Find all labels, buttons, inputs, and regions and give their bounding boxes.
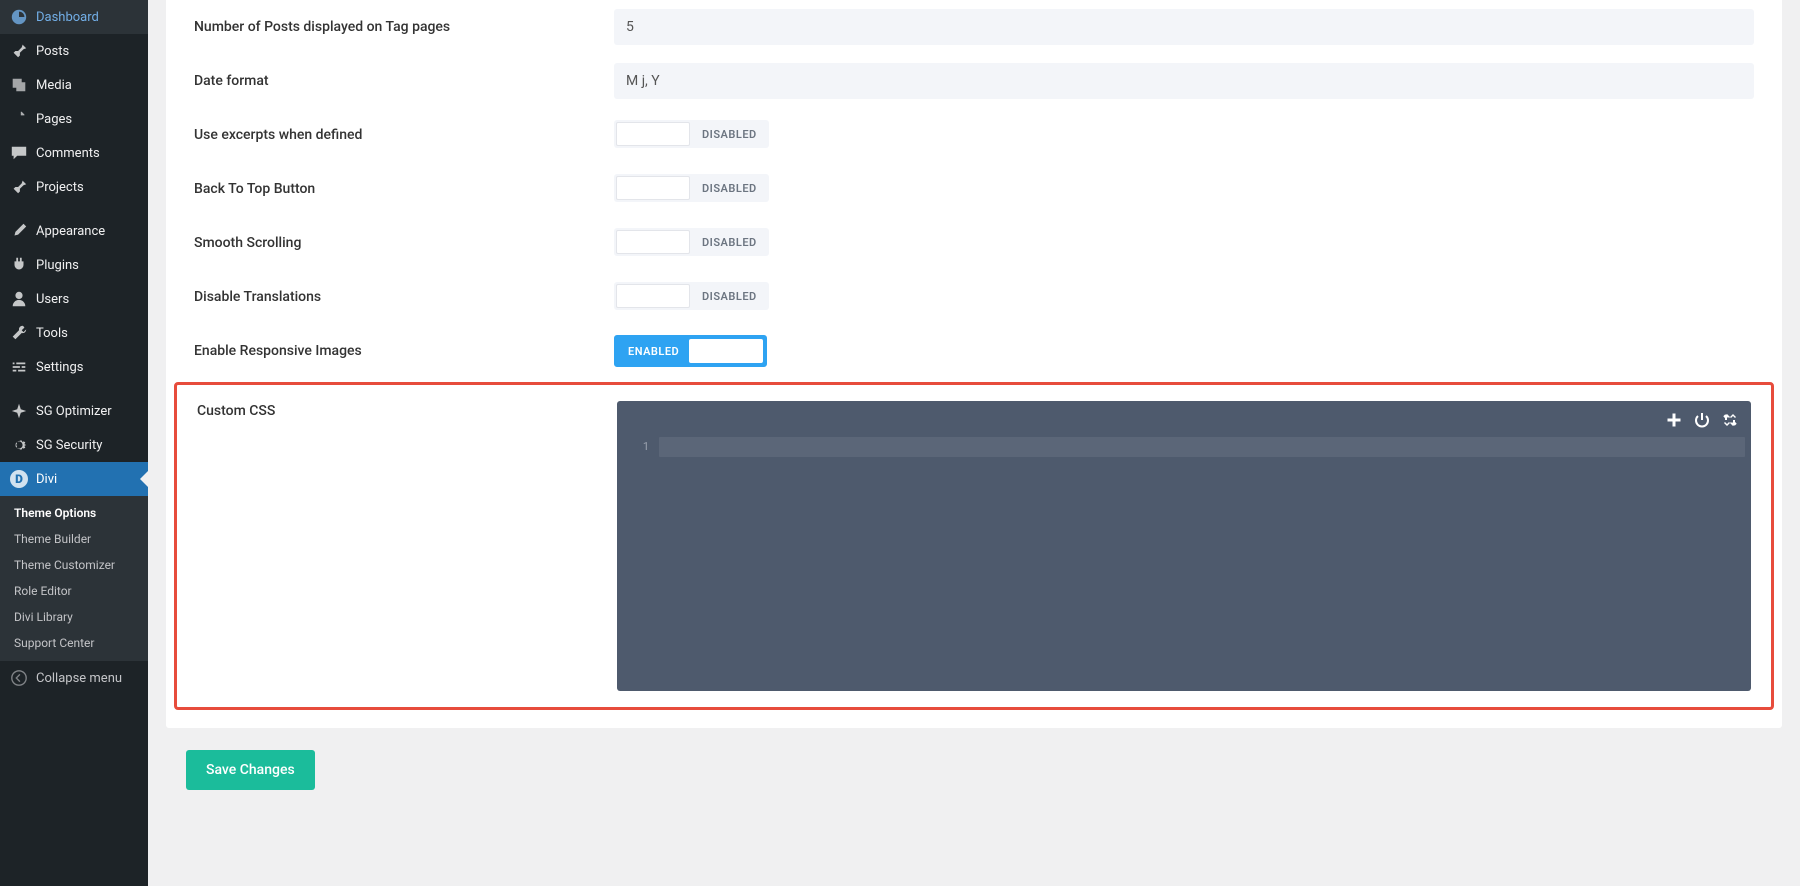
sidebar-item-appearance[interactable]: Appearance — [0, 214, 148, 248]
add-icon[interactable] — [1665, 411, 1683, 429]
input-tag-posts[interactable] — [614, 9, 1754, 45]
row-use-excerpts: Use excerpts when defined DISABLED — [166, 108, 1782, 162]
input-date-format[interactable] — [614, 63, 1754, 99]
code-line: 1 — [617, 437, 1751, 457]
page-icon — [10, 110, 28, 128]
row-smooth-scroll: Smooth Scrolling DISABLED — [166, 216, 1782, 270]
label-date-format: Date format — [194, 73, 614, 89]
sidebar-item-projects[interactable]: Projects — [0, 170, 148, 204]
sidebar-item-label: Media — [36, 78, 72, 93]
row-tag-posts: Number of Posts displayed on Tag pages — [166, 0, 1782, 54]
toggle-disable-translations[interactable]: DISABLED — [614, 282, 769, 310]
sidebar-item-pages[interactable]: Pages — [0, 102, 148, 136]
row-disable-translations: Disable Translations DISABLED — [166, 270, 1782, 324]
editor-body: 1 — [617, 401, 1751, 457]
sidebar-item-label: Posts — [36, 44, 69, 59]
save-changes-button[interactable]: Save Changes — [186, 750, 315, 790]
content-area: Number of Posts displayed on Tag pages D… — [148, 0, 1800, 886]
toggle-responsive-images[interactable]: ENABLED — [614, 335, 767, 367]
toggle-state-label: DISABLED — [692, 236, 767, 249]
gear-icon — [10, 436, 28, 454]
divi-submenu: Theme Options Theme Builder Theme Custom… — [0, 496, 148, 660]
toggle-back-to-top[interactable]: DISABLED — [614, 174, 769, 202]
sidebar-item-label: Tools — [36, 326, 68, 341]
line-number: 1 — [617, 437, 659, 457]
sidebar-item-label: Plugins — [36, 258, 79, 273]
toggle-state-label: DISABLED — [692, 182, 767, 195]
label-back-to-top: Back To Top Button — [194, 181, 614, 197]
toggle-switch — [616, 230, 690, 254]
submenu-support-center[interactable]: Support Center — [0, 630, 148, 656]
sidebar-item-tools[interactable]: Tools — [0, 316, 148, 350]
toggle-switch — [616, 122, 690, 146]
brush-icon — [10, 222, 28, 240]
wrench-icon — [10, 324, 28, 342]
label-use-excerpts: Use excerpts when defined — [194, 127, 614, 143]
expand-icon[interactable] — [1721, 411, 1739, 429]
toggle-state-label: DISABLED — [692, 290, 767, 303]
toggle-smooth-scroll[interactable]: DISABLED — [614, 228, 769, 256]
editor-toolbar — [1665, 411, 1739, 429]
rocket-icon — [10, 402, 28, 420]
sidebar-item-label: Comments — [36, 146, 100, 161]
custom-css-editor[interactable]: 1 — [617, 401, 1751, 691]
row-custom-css: Custom CSS 1 — [174, 382, 1774, 710]
sidebar-item-label: SG Optimizer — [36, 404, 112, 419]
sidebar-item-sg-security[interactable]: SG Security — [0, 428, 148, 462]
collapse-menu-button[interactable]: Collapse menu — [0, 660, 148, 695]
toggle-switch — [689, 339, 763, 363]
row-responsive-images: Enable Responsive Images ENABLED — [166, 324, 1782, 378]
divi-icon: D — [10, 470, 28, 488]
submenu-divi-library[interactable]: Divi Library — [0, 604, 148, 630]
sidebar-item-plugins[interactable]: Plugins — [0, 248, 148, 282]
row-back-to-top: Back To Top Button DISABLED — [166, 162, 1782, 216]
pin-icon — [10, 42, 28, 60]
plugin-icon — [10, 256, 28, 274]
label-custom-css: Custom CSS — [197, 401, 617, 419]
sidebar-item-divi[interactable]: D Divi — [0, 462, 148, 496]
settings-panel: Number of Posts displayed on Tag pages D… — [166, 0, 1782, 728]
sidebar-item-media[interactable]: Media — [0, 68, 148, 102]
dashboard-icon — [10, 8, 28, 26]
sliders-icon — [10, 358, 28, 376]
sidebar-item-label: Users — [36, 292, 69, 307]
submenu-theme-builder[interactable]: Theme Builder — [0, 526, 148, 552]
row-date-format: Date format ? — [166, 54, 1782, 108]
submenu-theme-customizer[interactable]: Theme Customizer — [0, 552, 148, 578]
toggle-switch — [616, 176, 690, 200]
sidebar-item-dashboard[interactable]: Dashboard — [0, 0, 148, 34]
sidebar-item-sg-optimizer[interactable]: SG Optimizer — [0, 394, 148, 428]
comment-icon — [10, 144, 28, 162]
sidebar-item-label: Settings — [36, 360, 83, 375]
toggle-state-label: DISABLED — [692, 128, 767, 141]
toggle-switch — [616, 284, 690, 308]
sidebar-item-label: Pages — [36, 112, 72, 127]
power-icon[interactable] — [1693, 411, 1711, 429]
code-text-area[interactable] — [659, 437, 1745, 457]
sidebar-item-settings[interactable]: Settings — [0, 350, 148, 384]
toggle-state-label: ENABLED — [618, 345, 689, 358]
submenu-role-editor[interactable]: Role Editor — [0, 578, 148, 604]
sidebar-item-posts[interactable]: Posts — [0, 34, 148, 68]
sidebar-item-label: Appearance — [36, 224, 105, 239]
sidebar-item-users[interactable]: Users — [0, 282, 148, 316]
sidebar-item-label: SG Security — [36, 438, 102, 453]
sidebar-item-comments[interactable]: Comments — [0, 136, 148, 170]
user-icon — [10, 290, 28, 308]
sidebar-item-label: Dashboard — [36, 10, 99, 25]
admin-sidebar: Dashboard Posts Media Pages Comments Pro… — [0, 0, 148, 886]
collapse-label: Collapse menu — [36, 671, 122, 686]
label-disable-translations: Disable Translations — [194, 289, 614, 305]
label-smooth-scroll: Smooth Scrolling — [194, 235, 614, 251]
pin-icon — [10, 178, 28, 196]
label-responsive-images: Enable Responsive Images — [194, 343, 614, 359]
media-icon — [10, 76, 28, 94]
collapse-icon — [10, 669, 28, 687]
sidebar-item-label: Projects — [36, 180, 84, 195]
toggle-use-excerpts[interactable]: DISABLED — [614, 120, 769, 148]
sidebar-item-label: Divi — [36, 472, 57, 487]
label-tag-posts: Number of Posts displayed on Tag pages — [194, 19, 614, 35]
submenu-theme-options[interactable]: Theme Options — [0, 500, 148, 526]
